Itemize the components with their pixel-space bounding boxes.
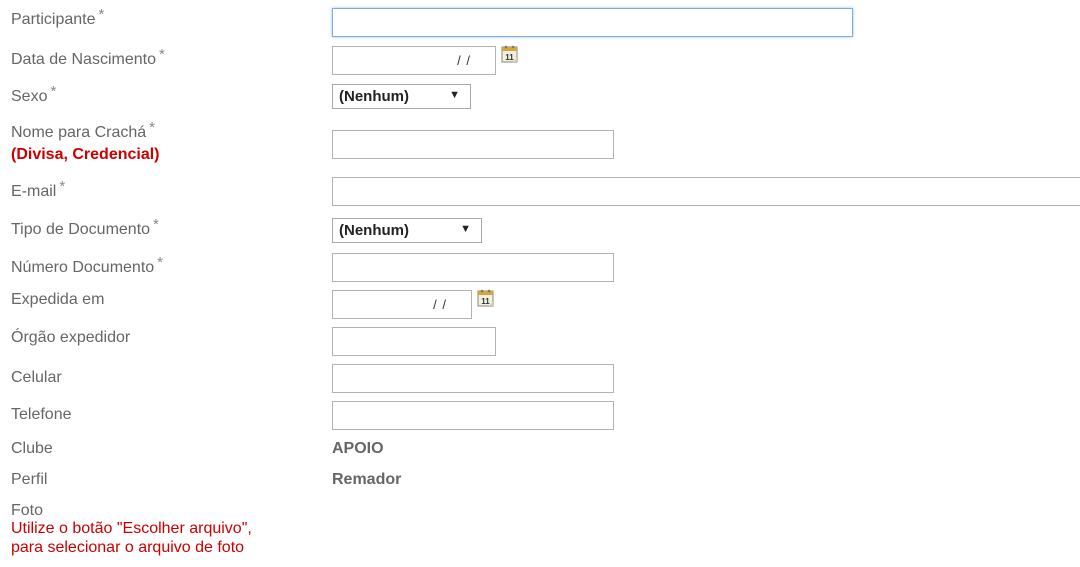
required-asterisk: * bbox=[158, 46, 165, 63]
tipo-documento-select[interactable]: (Nenhum) ▼ bbox=[332, 218, 482, 243]
required-asterisk: * bbox=[149, 119, 156, 136]
chevron-down-icon: ▼ bbox=[460, 223, 471, 235]
expedida-em-input[interactable]: / / bbox=[332, 290, 472, 319]
chevron-down-icon: ▼ bbox=[449, 89, 460, 101]
svg-text:11: 11 bbox=[505, 53, 514, 62]
tipo-documento-label: Tipo de Documento * bbox=[11, 216, 159, 238]
email-label: E-mail * bbox=[11, 178, 66, 200]
required-asterisk: * bbox=[59, 178, 66, 195]
telefone-label: Telefone bbox=[11, 406, 72, 423]
data-nascimento-label: Data de Nascimento * bbox=[11, 46, 165, 68]
required-asterisk: * bbox=[98, 6, 105, 23]
email-input[interactable] bbox=[332, 177, 1080, 206]
required-asterisk: * bbox=[157, 254, 164, 271]
foto-hint-line2: para selecionar o arquivo de foto bbox=[11, 539, 245, 556]
nome-cracha-hint: (Divisa, Credencial) bbox=[11, 146, 160, 163]
svg-text:11: 11 bbox=[481, 297, 490, 306]
perfil-value: Remador bbox=[332, 471, 402, 488]
sexo-label: Sexo * bbox=[11, 83, 57, 105]
calendar-icon[interactable]: 11 bbox=[477, 288, 495, 308]
required-asterisk: * bbox=[50, 83, 57, 100]
perfil-label: Perfil bbox=[11, 471, 48, 488]
celular-label: Celular bbox=[11, 369, 62, 386]
foto-label: Foto bbox=[11, 502, 44, 519]
expedida-em-label: Expedida em bbox=[11, 291, 105, 308]
required-asterisk: * bbox=[153, 216, 159, 233]
sexo-select[interactable]: (Nenhum) ▼ bbox=[332, 84, 471, 109]
orgao-expedidor-input[interactable] bbox=[332, 327, 496, 356]
telefone-input[interactable] bbox=[332, 401, 614, 430]
numero-documento-input[interactable] bbox=[332, 253, 614, 282]
nome-cracha-label: Nome para Crachá * bbox=[11, 119, 156, 141]
clube-label: Clube bbox=[11, 440, 53, 457]
data-nascimento-input[interactable]: / / bbox=[332, 46, 496, 75]
calendar-icon[interactable]: 11 bbox=[501, 44, 519, 64]
participante-input[interactable] bbox=[332, 8, 853, 37]
nome-cracha-input[interactable] bbox=[332, 130, 614, 159]
celular-input[interactable] bbox=[332, 364, 614, 393]
numero-documento-label: Número Documento * bbox=[11, 254, 164, 276]
clube-value: APOIO bbox=[332, 440, 384, 457]
foto-hint-line1: Utilize o botão "Escolher arquivo", bbox=[11, 520, 252, 537]
orgao-expedidor-label: Órgão expedidor bbox=[11, 329, 131, 346]
participante-label: Participante * bbox=[11, 6, 105, 28]
